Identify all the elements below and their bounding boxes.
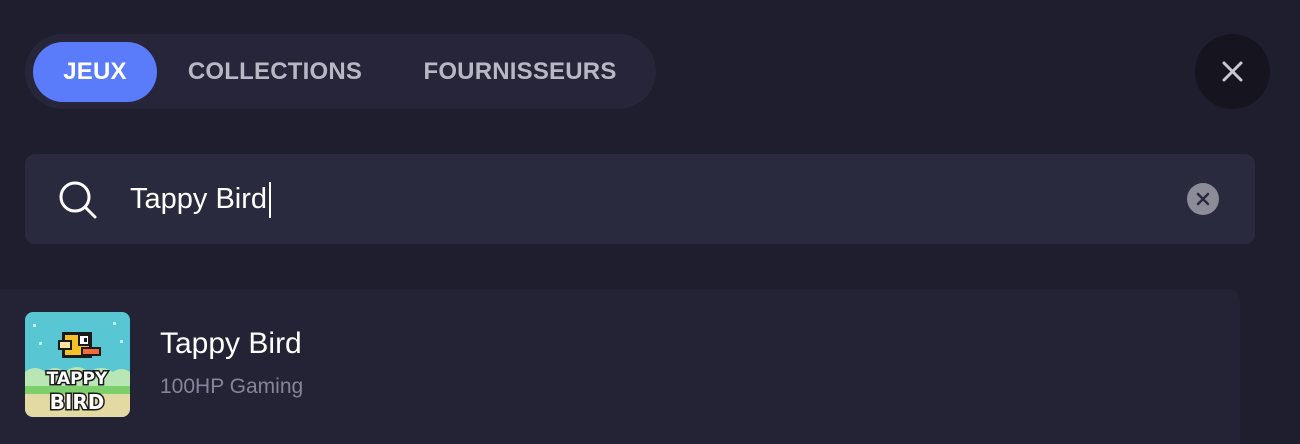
svg-text:BIRD: BIRD bbox=[50, 390, 105, 414]
tab-collections[interactable]: COLLECTIONS bbox=[175, 42, 375, 102]
game-thumbnail: TAPPY BIRD bbox=[25, 312, 130, 417]
search-icon bbox=[59, 181, 97, 219]
search-overlay: JEUX COLLECTIONS FOURNISSEURS Tappy Bird… bbox=[0, 0, 1300, 444]
close-button[interactable] bbox=[1195, 34, 1270, 109]
text-caret bbox=[269, 182, 271, 218]
svg-text:TAPPY: TAPPY bbox=[47, 369, 108, 389]
result-provider: 100HP Gaming bbox=[160, 375, 304, 398]
tab-jeux[interactable]: JEUX bbox=[33, 42, 157, 102]
result-item[interactable]: TAPPY BIRD Tappy Bird 100HP Gaming bbox=[0, 289, 1240, 444]
category-tabs: JEUX COLLECTIONS FOURNISSEURS bbox=[25, 34, 656, 109]
tab-fournisseurs[interactable]: FOURNISSEURS bbox=[410, 42, 630, 102]
clear-search-button[interactable] bbox=[1187, 183, 1219, 215]
close-icon bbox=[1222, 61, 1243, 82]
search-input[interactable] bbox=[130, 181, 1030, 217]
search-bar bbox=[25, 154, 1255, 244]
result-title: Tappy Bird bbox=[160, 327, 302, 360]
clear-icon bbox=[1196, 192, 1210, 206]
